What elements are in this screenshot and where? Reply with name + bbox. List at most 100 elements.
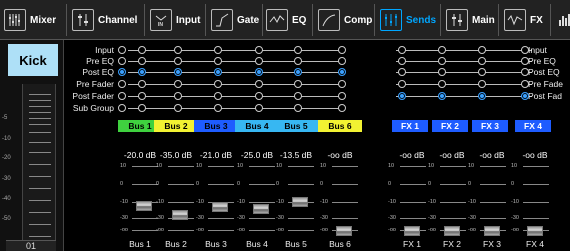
fx-source-radio[interactable] <box>521 46 529 54</box>
bus-source-radio[interactable] <box>174 104 182 112</box>
meters-icon <box>554 9 570 31</box>
fx-label[interactable]: FX 1 <box>392 120 428 132</box>
bus-label[interactable]: Bus 4 <box>235 120 279 132</box>
channel-name[interactable]: Kick <box>8 44 58 76</box>
fader-scale-label: -oo <box>276 227 284 233</box>
fx-label[interactable]: FX 4 <box>515 120 551 132</box>
source-radio[interactable] <box>118 46 126 54</box>
bus-source-radio[interactable] <box>138 68 146 76</box>
bus-source-radio[interactable] <box>255 46 263 54</box>
bus-source-radio[interactable] <box>138 46 146 54</box>
fx-fader-knob[interactable] <box>404 226 420 236</box>
fx-source-radio[interactable] <box>521 92 529 100</box>
bus-fader-knob[interactable] <box>253 204 269 215</box>
bus-source-radio[interactable] <box>294 68 302 76</box>
bus-source-radio[interactable] <box>294 46 302 54</box>
fx-source-radio[interactable] <box>398 80 406 88</box>
fx-source-radio[interactable] <box>438 80 446 88</box>
tab-mixer[interactable]: Mixer <box>4 4 56 36</box>
tab-gate[interactable]: Gate <box>211 4 259 36</box>
fx-source-radio[interactable] <box>398 92 406 100</box>
fx-fader-knob[interactable] <box>444 226 460 236</box>
bus-fader-knob[interactable] <box>172 210 188 221</box>
fx-source-radio[interactable] <box>398 57 406 65</box>
bus-source-radio[interactable] <box>138 57 146 65</box>
bus-fader-knob[interactable] <box>336 226 352 236</box>
bus-source-radio[interactable] <box>255 104 263 112</box>
fx-fader-knob[interactable] <box>527 226 543 236</box>
fx-source-radio[interactable] <box>521 80 529 88</box>
fader-scale-line <box>480 202 506 203</box>
fx-source-radio[interactable] <box>478 68 486 76</box>
bus-fader-knob[interactable] <box>212 202 228 212</box>
fx-source-radio[interactable] <box>438 92 446 100</box>
bus-source-radio[interactable] <box>338 104 346 112</box>
bus-source-radio[interactable] <box>294 104 302 112</box>
tab-channel[interactable]: Channel <box>72 4 137 36</box>
tab-fx[interactable]: FX <box>504 4 543 36</box>
fx-label[interactable]: FX 2 <box>432 120 468 132</box>
bus-source-radio[interactable] <box>138 104 146 112</box>
bus-source-radio[interactable] <box>174 68 182 76</box>
tab-sends[interactable]: Sends <box>380 4 436 36</box>
bus-source-radio[interactable] <box>174 57 182 65</box>
bus-label[interactable]: Bus 6 <box>318 120 362 132</box>
bus-source-radio[interactable] <box>174 46 182 54</box>
bus-source-radio[interactable] <box>138 80 146 88</box>
bus-source-radio[interactable] <box>174 92 182 100</box>
bus-fader-knob[interactable] <box>292 197 308 208</box>
tab-meters[interactable] <box>554 4 570 36</box>
fx-source-radio[interactable] <box>478 80 486 88</box>
fx-source-radio[interactable] <box>398 46 406 54</box>
bus-source-radio[interactable] <box>214 80 222 88</box>
source-radio[interactable] <box>118 57 126 65</box>
bus-source-radio[interactable] <box>255 57 263 65</box>
fx-source-radio[interactable] <box>478 92 486 100</box>
bus-source-radio[interactable] <box>338 68 346 76</box>
fx-source-radio[interactable] <box>438 57 446 65</box>
fx-source-radio[interactable] <box>438 68 446 76</box>
bus-source-radio[interactable] <box>174 80 182 88</box>
source-radio[interactable] <box>118 92 126 100</box>
fx-source-radio[interactable] <box>521 68 529 76</box>
bus-source-radio[interactable] <box>255 68 263 76</box>
bus-source-radio[interactable] <box>214 104 222 112</box>
bus-source-radio[interactable] <box>338 46 346 54</box>
tab-main[interactable]: Main <box>446 4 495 36</box>
fx-source-radio[interactable] <box>478 57 486 65</box>
fx-fader-knob[interactable] <box>484 226 500 236</box>
fader-scale-label: 10 <box>320 163 327 169</box>
bus-source-radio[interactable] <box>338 57 346 65</box>
fx-source-radio[interactable] <box>521 57 529 65</box>
fx-source-radio[interactable] <box>398 68 406 76</box>
bus-source-radio[interactable] <box>214 46 222 54</box>
bus-source-radio[interactable] <box>338 80 346 88</box>
bus-source-radio[interactable] <box>294 57 302 65</box>
bus-source-radio[interactable] <box>338 92 346 100</box>
bus-source-radio[interactable] <box>214 92 222 100</box>
source-radio[interactable] <box>118 68 126 76</box>
bus-source-radio[interactable] <box>214 57 222 65</box>
bus-fader-knob[interactable] <box>136 200 152 211</box>
bus-source-radio[interactable] <box>255 92 263 100</box>
fx-label[interactable]: FX 3 <box>472 120 508 132</box>
fader-scale-label: -oo <box>196 227 204 233</box>
tab-eq[interactable]: EQ <box>266 4 306 36</box>
fx-source-radio[interactable] <box>478 46 486 54</box>
tab-comp[interactable]: Comp <box>318 4 372 36</box>
bus-label[interactable]: Bus 2 <box>154 120 198 132</box>
fader-scale-line <box>132 166 158 167</box>
fader-scale-line <box>249 166 275 167</box>
bus-label[interactable]: Bus 5 <box>274 120 318 132</box>
bus-source-radio[interactable] <box>255 80 263 88</box>
fx-source-radio[interactable] <box>438 46 446 54</box>
tab-input[interactable]: IN Input <box>150 4 200 36</box>
fader-scale-label: -oo <box>428 227 436 233</box>
bus-source-radio[interactable] <box>294 92 302 100</box>
source-radio[interactable] <box>118 80 126 88</box>
bus-source-radio[interactable] <box>214 68 222 76</box>
bus-label[interactable]: Bus 3 <box>194 120 238 132</box>
source-radio[interactable] <box>118 104 126 112</box>
bus-source-radio[interactable] <box>294 80 302 88</box>
bus-source-radio[interactable] <box>138 92 146 100</box>
